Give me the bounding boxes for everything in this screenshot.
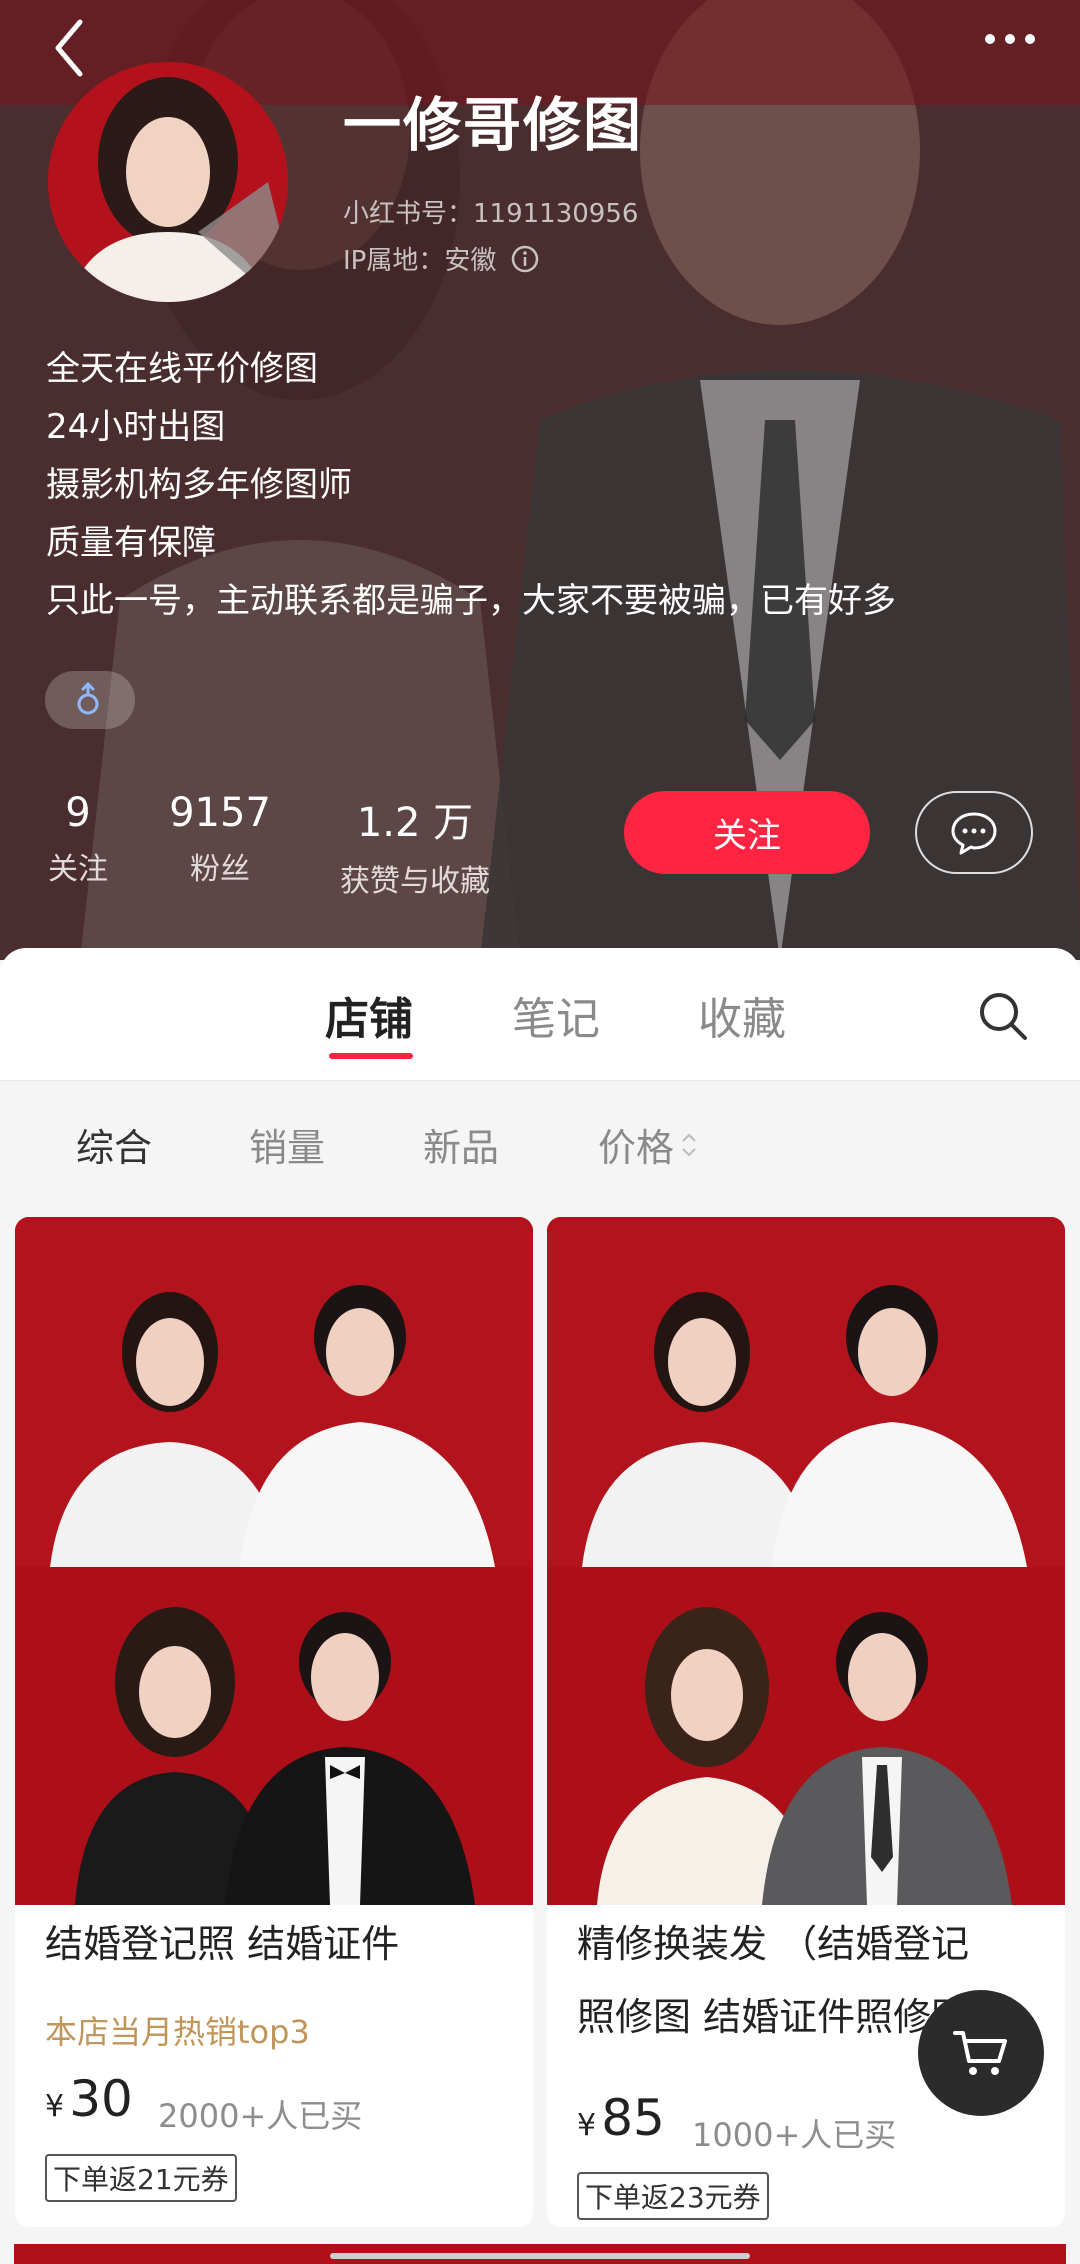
tab-notes[interactable]: 笔记	[512, 983, 600, 1047]
sold-count: 1000+人已买	[692, 2116, 897, 2154]
price-value: 85	[601, 2089, 665, 2147]
sort-comprehensive[interactable]: 综合	[76, 1117, 152, 1172]
profile-header: 一修哥修图 小红书号：1191130956 IP属地：安徽 全天在线平价修图 2…	[0, 0, 1080, 960]
search-button[interactable]	[975, 988, 1031, 1044]
stat-number: 9	[65, 790, 91, 836]
bio-line: 全天在线平价修图	[46, 349, 318, 389]
bio-line: 只此一号，主动联系都是骗子，大家不要被骗，已有好多	[46, 581, 896, 621]
cart-icon	[953, 2031, 1007, 2075]
home-indicator	[330, 2253, 750, 2259]
sort-bar	[0, 1081, 1080, 1203]
search-icon	[980, 993, 1027, 1040]
stat-number: 1.2 万	[356, 800, 474, 846]
user-id: 小红书号：1191130956	[343, 199, 639, 229]
back-arrow-icon	[55, 19, 83, 77]
follow-button[interactable]: 关注	[624, 791, 870, 874]
stat-likes[interactable]: 1.2 万 获赞与收藏	[325, 790, 505, 900]
stat-label: 关注	[48, 852, 108, 887]
product-image	[547, 1217, 1065, 1905]
currency-symbol: ¥	[45, 2089, 65, 2124]
product-price: ¥ 30	[45, 2070, 133, 2128]
profile-name: 一修哥修图	[343, 91, 644, 159]
price-value: 30	[69, 2070, 133, 2128]
back-button[interactable]	[44, 10, 104, 80]
product-title: 结婚登记照 结婚证件	[45, 1922, 400, 1966]
tab-shop[interactable]: 店铺	[325, 983, 413, 1047]
stat-label: 获赞与收藏	[340, 864, 490, 899]
avatar-photo	[48, 62, 288, 302]
sort-price-label: 价格	[598, 1126, 675, 1170]
ip-location: IP属地：安徽	[343, 240, 542, 277]
bio-line: 24小时出图	[46, 407, 226, 447]
sort-price[interactable]: 价格	[598, 1117, 700, 1172]
chat-icon	[951, 812, 997, 854]
bio: 全天在线平价修图 24小时出图 摄影机构多年修图师 质量有保障 只此一号，主动联…	[46, 340, 896, 630]
product-card[interactable]: 结婚登记照 结婚证件 本店当月热销top3 ¥ 30 2000+人已买 下单返2…	[15, 1217, 533, 2227]
sort-new[interactable]: 新品	[423, 1117, 499, 1172]
coupon-badge: 下单返23元券	[577, 2172, 769, 2220]
stat-followers[interactable]: 9157 粉丝	[160, 790, 280, 888]
active-tab-indicator	[329, 1053, 413, 1059]
sort-arrows-icon	[682, 1133, 696, 1156]
currency-symbol: ¥	[577, 2108, 597, 2143]
gender-male-icon	[77, 681, 99, 715]
product-image	[15, 1217, 533, 1905]
cart-button[interactable]	[918, 1990, 1044, 2116]
avatar[interactable]	[48, 62, 288, 302]
product-title-line: 精修换装发 （结婚登记	[577, 1922, 970, 1966]
tab-collections[interactable]: 收藏	[698, 983, 786, 1047]
product-price: ¥ 85	[577, 2089, 665, 2147]
stat-following[interactable]: 9 关注	[40, 790, 116, 888]
bio-line: 质量有保障	[46, 523, 216, 563]
product-tag: 本店当月热销top3	[45, 2013, 310, 2051]
more-dots-icon	[985, 34, 1035, 44]
stat-label: 粉丝	[190, 852, 250, 887]
message-button[interactable]	[915, 791, 1033, 874]
ip-location-text: IP属地：安徽	[343, 246, 497, 276]
more-button[interactable]	[970, 14, 1050, 64]
stat-number: 9157	[169, 790, 271, 836]
sold-count: 2000+人已买	[158, 2097, 363, 2135]
coupon-badge: 下单返21元券	[45, 2154, 237, 2202]
sort-sales[interactable]: 销量	[249, 1117, 325, 1172]
content-tabs: 店铺 笔记 收藏	[0, 948, 1080, 1081]
gender-badge	[45, 671, 135, 729]
info-icon[interactable]	[508, 242, 542, 276]
bio-line: 摄影机构多年修图师	[46, 465, 352, 505]
